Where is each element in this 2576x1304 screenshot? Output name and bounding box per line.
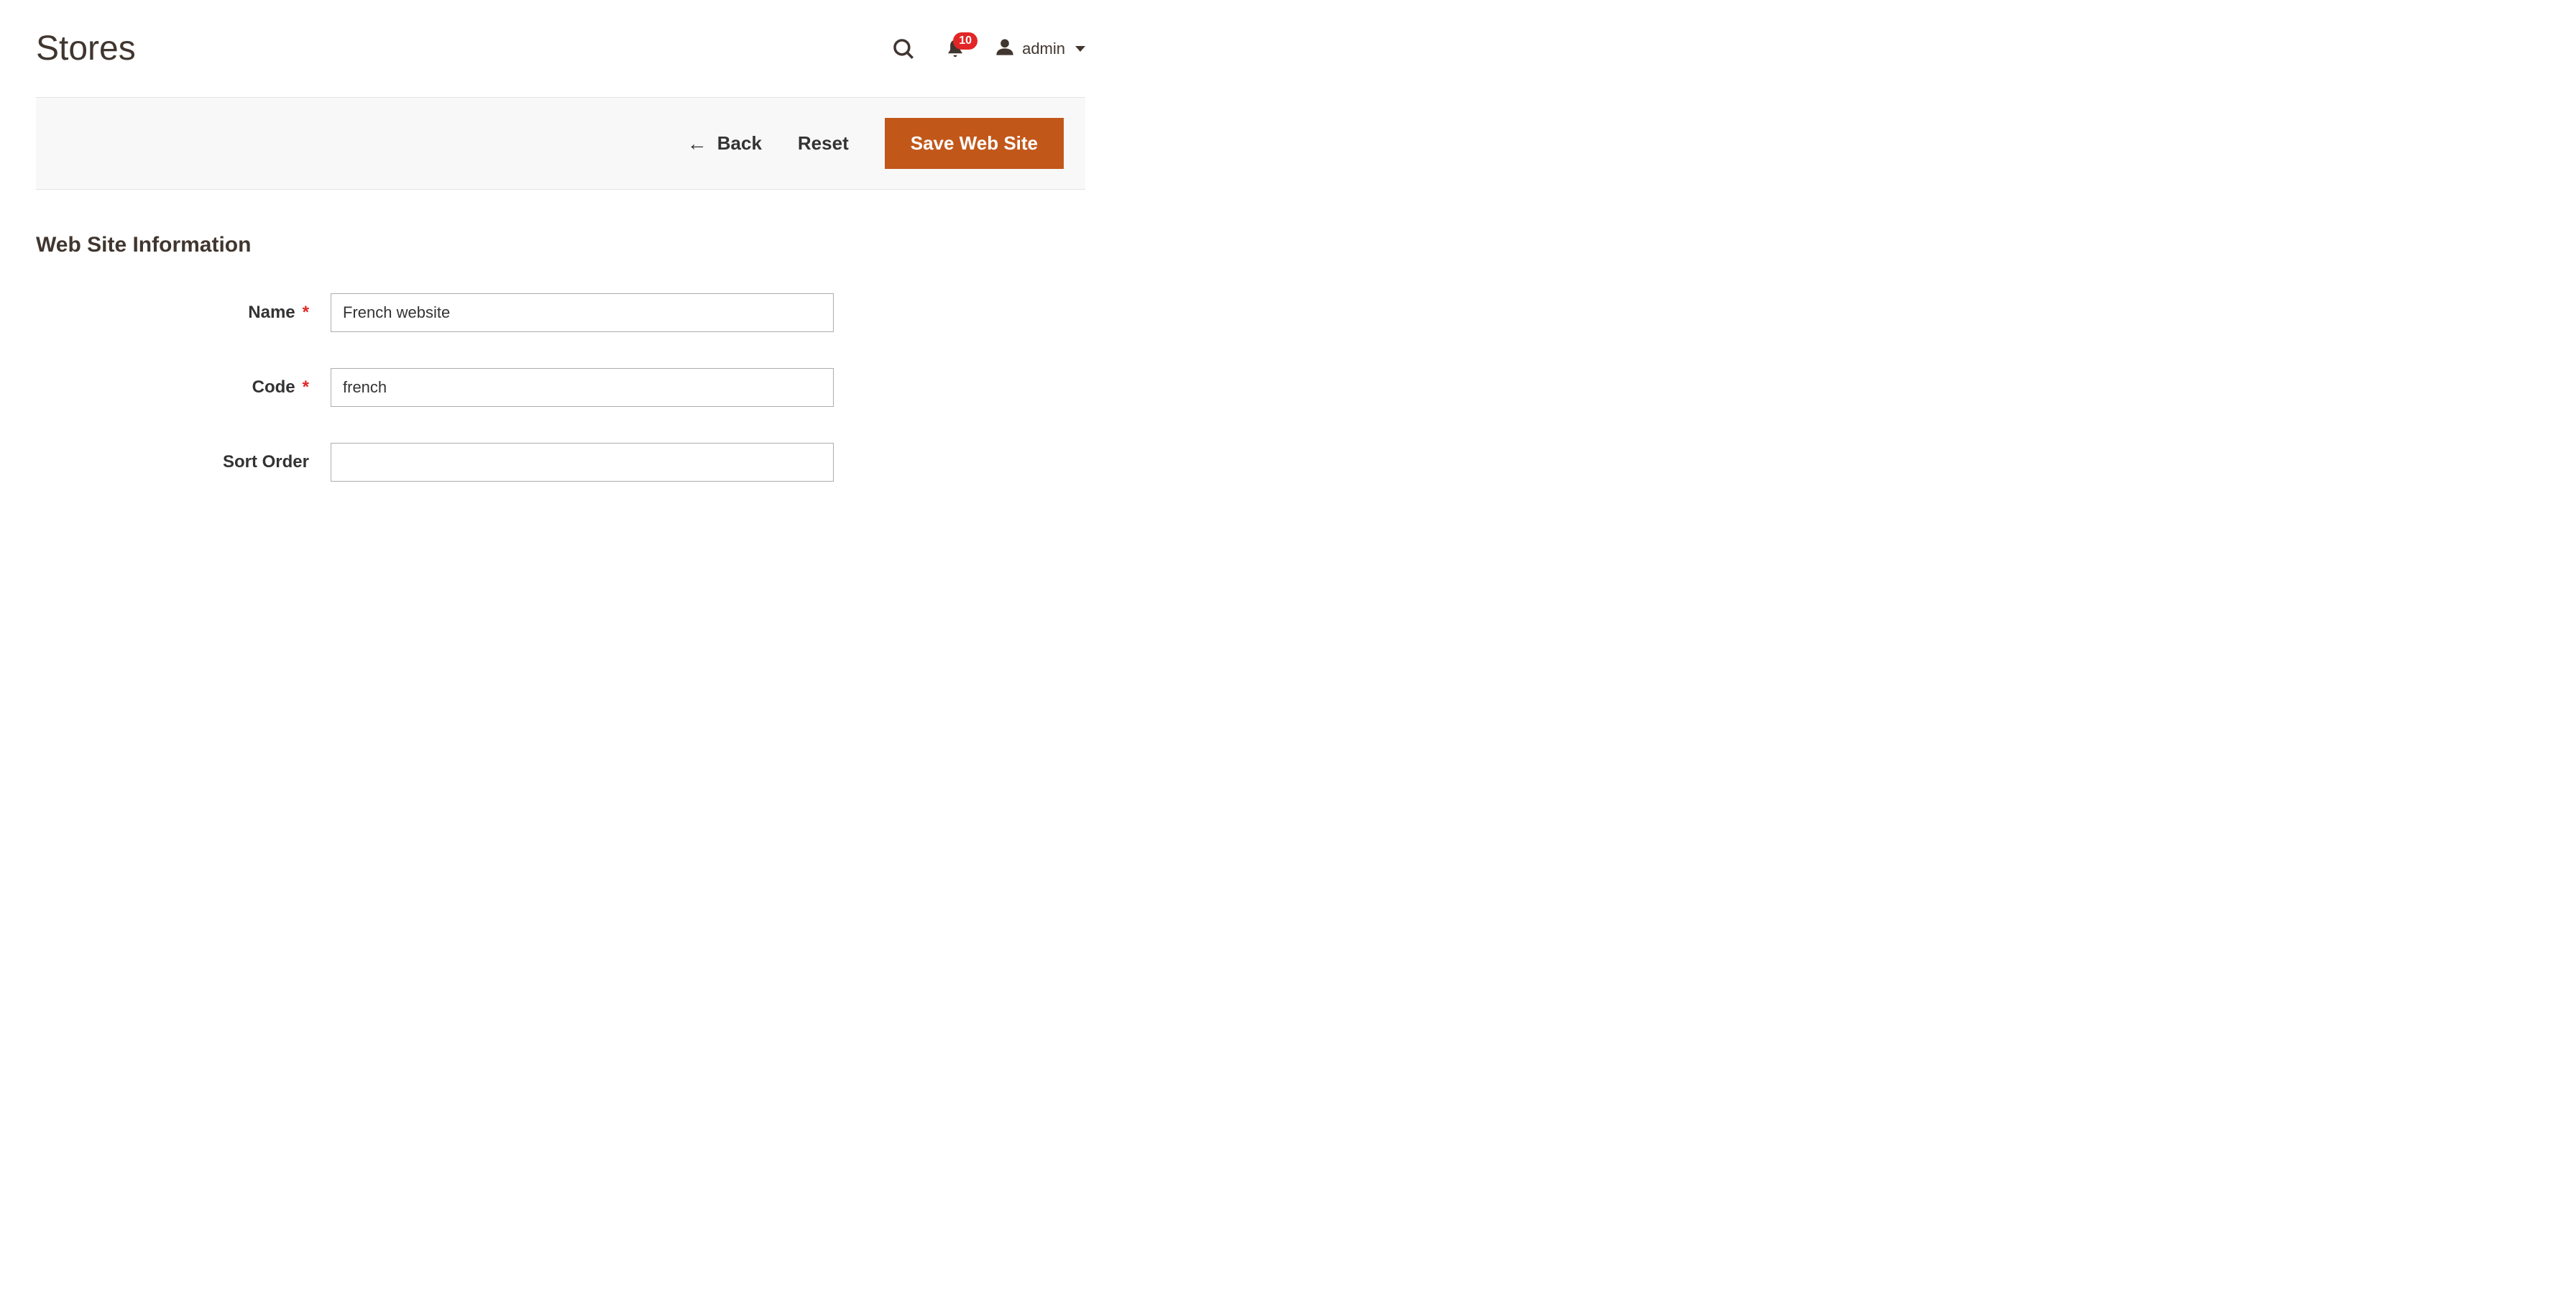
user-name-label: admin: [1022, 40, 1065, 58]
back-button[interactable]: ← Back: [687, 132, 762, 155]
form-label-wrap: Sort Order: [36, 452, 331, 472]
name-input[interactable]: [331, 293, 834, 332]
back-button-label: Back: [717, 132, 762, 155]
action-toolbar: ← Back Reset Save Web Site: [36, 97, 1085, 190]
code-label: Code: [252, 377, 295, 398]
reset-button[interactable]: Reset: [798, 132, 849, 155]
sort-order-label: Sort Order: [223, 452, 309, 472]
search-icon[interactable]: [891, 37, 916, 61]
save-website-button[interactable]: Save Web Site: [885, 118, 1064, 169]
notifications-badge: 10: [953, 32, 978, 50]
form-row-sort-order: Sort Order: [36, 443, 1085, 482]
required-mark-icon: *: [303, 303, 309, 323]
website-info-section: Web Site Information Name * Code * Sort …: [36, 233, 1085, 482]
form-label-wrap: Name *: [36, 303, 331, 323]
required-mark-icon: *: [303, 377, 309, 398]
form-row-name: Name *: [36, 293, 1085, 332]
page-title: Stores: [36, 29, 136, 68]
chevron-down-icon: [1075, 46, 1085, 52]
page-header: Stores 10: [36, 29, 1085, 68]
section-title: Web Site Information: [36, 233, 1085, 257]
form-label-wrap: Code *: [36, 377, 331, 398]
sort-order-input[interactable]: [331, 443, 834, 482]
header-actions: 10 admin: [891, 37, 1085, 61]
user-icon: [995, 37, 1015, 60]
arrow-left-icon: ←: [687, 132, 707, 155]
notifications-icon[interactable]: 10: [944, 38, 966, 60]
name-label: Name: [248, 303, 295, 323]
code-input[interactable]: [331, 368, 834, 407]
user-menu[interactable]: admin: [995, 37, 1085, 60]
page-container: Stores 10: [0, 0, 1121, 546]
form-row-code: Code *: [36, 368, 1085, 407]
